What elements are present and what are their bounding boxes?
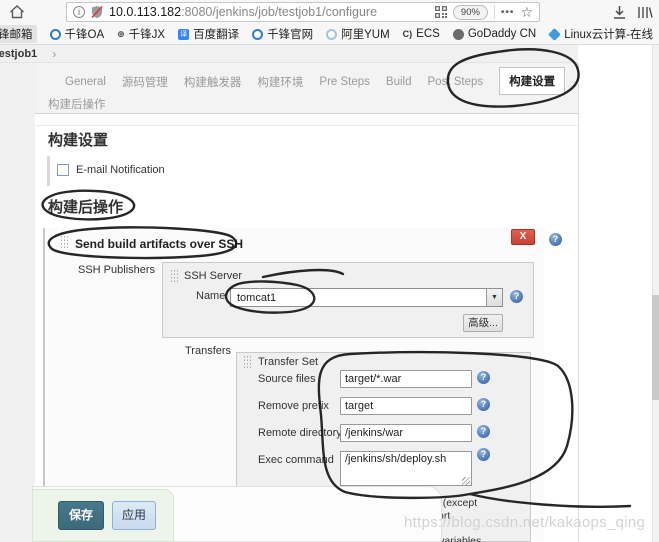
- config-tab[interactable]: General: [65, 76, 106, 88]
- page-actions-icon[interactable]: •••: [501, 7, 515, 18]
- bookmark-item[interactable]: 千锋OA: [50, 26, 105, 42]
- scrollbar-track[interactable]: [652, 45, 659, 542]
- ssh-publishers-label: SSH Publishers: [78, 264, 155, 276]
- watermark: https://blog.csdn.net/kakaops_qing: [404, 514, 645, 531]
- bookmark-favicon-icon: [252, 29, 263, 40]
- bookmark-star-icon[interactable]: ☆: [520, 4, 533, 21]
- save-button[interactable]: 保存: [58, 501, 104, 530]
- bookmark-item[interactable]: 译百度翻译: [178, 26, 239, 42]
- bookmark-label: 锋邮箱: [0, 26, 33, 42]
- exec-command-label: Exec command: [258, 454, 334, 466]
- bookmark-label: GoDaddy CN: [468, 28, 536, 40]
- advanced-button[interactable]: 高级...: [463, 314, 503, 332]
- bookmark-item[interactable]: GoDaddy CN: [453, 28, 536, 40]
- bookmark-favicon-icon: C): [403, 29, 413, 40]
- bookmark-label: ECS: [416, 28, 440, 40]
- config-tab-row: General 源码管理构建触发器构建环境 Pre Steps Build Post S…: [35, 69, 578, 95]
- config-tab[interactable]: 构建环境: [257, 74, 303, 90]
- remote-directory-input[interactable]: [340, 424, 472, 442]
- help-icon[interactable]: ?: [477, 425, 490, 438]
- ssh-server-name-value: tomcat1: [231, 292, 486, 304]
- screenshot-root: i 10.0.113.182:8080/jenkins/job/testjob1…: [0, 0, 659, 542]
- bookmark-label: Linux云计算-在线: [564, 26, 653, 42]
- info-icon[interactable]: i: [73, 6, 85, 18]
- section-divider: [35, 125, 578, 126]
- delete-publisher-button[interactable]: X: [511, 229, 535, 245]
- bookmark-favicon-icon: [50, 29, 61, 40]
- drag-handle-icon[interactable]: [243, 355, 252, 369]
- url-host: 10.0.113.182: [109, 5, 181, 19]
- apply-button[interactable]: 应用: [112, 501, 156, 530]
- bookmark-item[interactable]: 千锋官网: [252, 26, 313, 42]
- source-files-label: Source files: [258, 373, 315, 385]
- config-tab[interactable]: Pre Steps: [319, 76, 370, 88]
- bookmark-item[interactable]: 阿里YUM: [326, 26, 390, 42]
- bookmark-item[interactable]: Linux云计算-在线: [549, 26, 653, 42]
- breadcrumb: testjob1 ›: [0, 45, 578, 63]
- bookmark-favicon-icon: [453, 29, 464, 40]
- bookmark-item[interactable]: 锋邮箱: [0, 25, 37, 43]
- drag-handle-icon[interactable]: [170, 269, 179, 283]
- config-tab[interactable]: Post Steps: [428, 76, 484, 88]
- bookmark-label: 千锋JX: [129, 26, 165, 42]
- transfer-set-label: Transfer Set: [258, 356, 318, 368]
- tab-post-build-actions[interactable]: 构建后操作: [48, 96, 106, 112]
- email-block-accent: [47, 156, 50, 186]
- config-tab-bar: General 源码管理构建触发器构建环境 Pre Steps Build Post S…: [35, 63, 578, 114]
- ssh-server-label: SSH Server: [184, 270, 242, 282]
- tab-build-settings[interactable]: 构建设置: [499, 67, 565, 95]
- shield-blocked-icon[interactable]: [91, 5, 103, 19]
- remove-prefix-label: Remove prefix: [258, 400, 329, 412]
- bookmark-label: 阿里YUM: [341, 26, 390, 42]
- chevron-down-icon[interactable]: ▼: [486, 289, 502, 306]
- content-right-border: [578, 63, 579, 542]
- name-label: Name: [196, 290, 225, 302]
- bookmark-favicon-icon: [548, 28, 561, 41]
- breadcrumb-job[interactable]: testjob1: [0, 48, 37, 60]
- ssh-server-name-select[interactable]: tomcat1 ▼: [230, 288, 503, 307]
- source-files-input[interactable]: [340, 370, 472, 388]
- home-icon[interactable]: [9, 4, 25, 20]
- ssh-block-title: Send build artifacts over SSH: [75, 237, 243, 251]
- email-notification-label: E-mail Notification: [76, 164, 165, 176]
- transfers-label: Transfers: [185, 345, 231, 357]
- email-notification-checkbox[interactable]: [57, 164, 69, 176]
- help-icon[interactable]: ?: [477, 371, 490, 384]
- config-tab[interactable]: 源码管理: [122, 74, 168, 90]
- help-icon[interactable]: ?: [477, 448, 490, 461]
- bookmark-item[interactable]: ⊕ 千锋JX: [117, 26, 165, 42]
- url-bar[interactable]: i 10.0.113.182:8080/jenkins/job/testjob1…: [66, 2, 540, 22]
- bookmark-label: 百度翻译: [193, 26, 239, 42]
- url-text[interactable]: 10.0.113.182:8080/jenkins/job/testjob1/c…: [109, 5, 429, 19]
- post-build-heading: 构建后操作: [48, 196, 123, 217]
- drag-handle-icon[interactable]: [60, 235, 69, 249]
- url-path: :8080/jenkins/job/testjob1/configure: [181, 5, 377, 19]
- library-icon[interactable]: [637, 5, 653, 20]
- help-icon[interactable]: ?: [477, 398, 490, 411]
- qr-code-icon[interactable]: [435, 6, 447, 18]
- textarea-resize-grip-icon[interactable]: [462, 477, 470, 485]
- bookmark-favicon-icon: 译: [178, 29, 189, 40]
- config-tab[interactable]: Build: [386, 76, 412, 88]
- bookmark-label: 千锋官网: [267, 26, 313, 42]
- build-settings-heading: 构建设置: [48, 129, 108, 150]
- zoom-level-badge[interactable]: 90%: [453, 5, 488, 20]
- help-icon[interactable]: ?: [549, 233, 562, 246]
- bookmark-favicon-icon: [326, 29, 337, 40]
- config-tab[interactable]: 构建触发器: [184, 74, 242, 90]
- scrollbar-thumb[interactable]: [652, 295, 659, 400]
- bookmarks-bar: 锋邮箱 千锋OA ⊕ 千锋JX 译百度翻译 千锋官网 阿里YUM C)ECS GoDaddy C…: [0, 24, 659, 45]
- help-icon[interactable]: ?: [510, 290, 523, 303]
- remote-directory-label: Remote directory: [258, 427, 342, 439]
- bookmark-favicon-icon: ⊕: [117, 29, 125, 40]
- exec-command-textarea[interactable]: /jenkins/sh/deploy.sh: [340, 451, 472, 486]
- urlbar-separator: [494, 5, 495, 19]
- bookmark-label: 千锋OA: [65, 26, 105, 42]
- page-left-gutter: [0, 63, 35, 542]
- breadcrumb-separator-icon: ›: [52, 47, 56, 61]
- download-icon[interactable]: [612, 5, 627, 20]
- remove-prefix-input[interactable]: [340, 397, 472, 415]
- bookmark-item[interactable]: C)ECS: [403, 28, 440, 40]
